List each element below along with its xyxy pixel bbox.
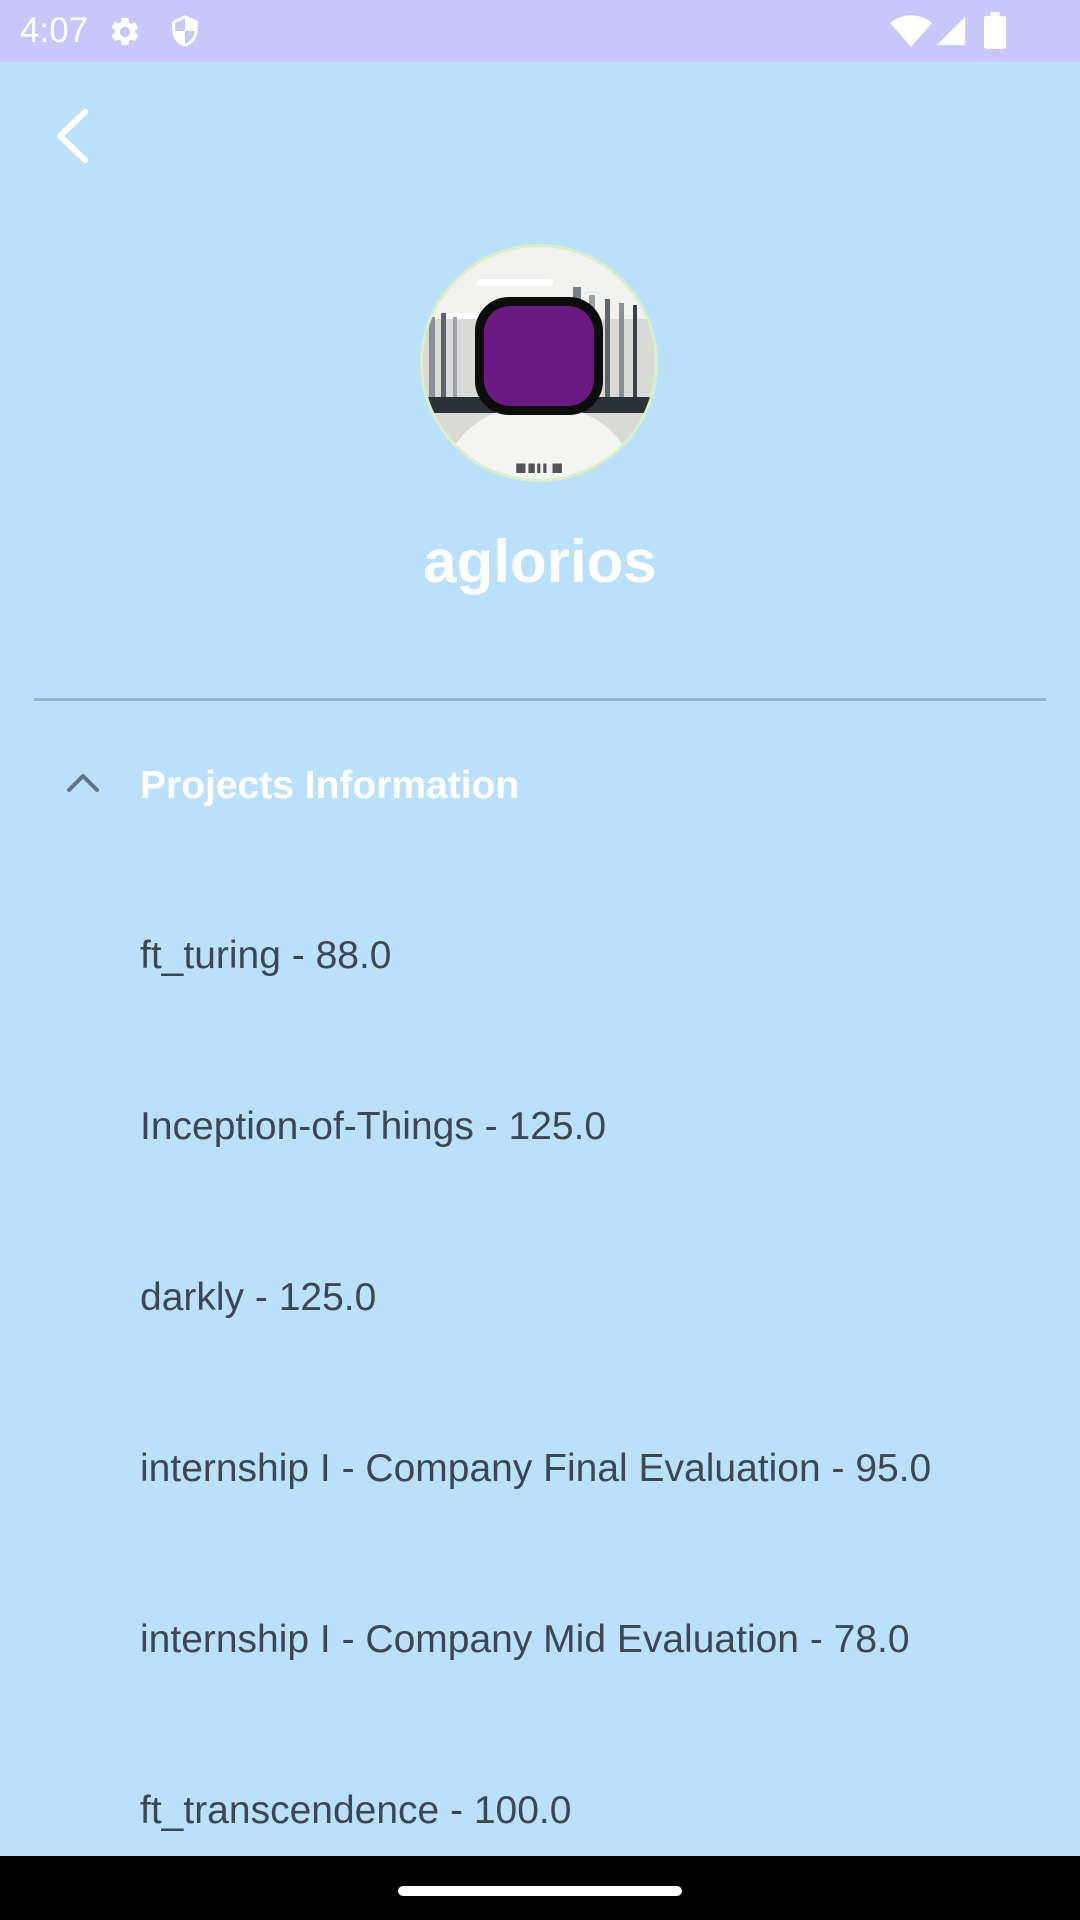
avatar: █▌█ ▌▌▐█ [420,244,658,482]
divider [34,698,1046,701]
shield-icon [172,15,198,47]
status-time: 4:07 [20,11,89,50]
profile-photo: █▌█ ▌▌▐█ [423,247,655,479]
svg-text:█▌█ ▌▌▐█: █▌█ ▌▌▐█ [515,463,562,473]
list-item[interactable]: darkly - 125.0 [0,1214,1080,1385]
chevron-left-icon [57,109,88,163]
signal-icon [936,16,966,46]
gear-icon [111,17,139,46]
project-label: internship I - Company Mid Evaluation - … [140,1618,910,1661]
home-handle[interactable] [398,1886,682,1896]
battery-icon [984,12,1006,49]
wifi-icon [890,15,932,47]
section-title: Projects Information [140,764,520,807]
list-item[interactable]: ft_turing - 88.0 [0,872,1080,1043]
project-list: ft_turing - 88.0 Inception-of-Things - 1… [0,872,1080,1898]
list-item[interactable]: internship I - Company Mid Evaluation - … [0,1556,1080,1727]
project-label: ft_turing - 88.0 [140,934,392,977]
status-bar: 4:07 [0,0,1080,62]
chevron-up-icon [67,774,99,792]
list-item[interactable]: Inception-of-Things - 125.0 [0,1043,1080,1214]
back-button[interactable] [38,96,110,176]
project-label: Inception-of-Things - 125.0 [140,1105,607,1148]
project-label: internship I - Company Final Evaluation … [140,1447,932,1490]
list-item[interactable]: internship I - Company Final Evaluation … [0,1385,1080,1556]
project-label: ft_transcendence - 100.0 [140,1789,572,1832]
username: aglorios [423,528,657,595]
navigation-bar [0,1856,1080,1920]
projects-section-toggle[interactable]: Projects Information [0,740,1080,832]
project-label: darkly - 125.0 [140,1276,377,1319]
